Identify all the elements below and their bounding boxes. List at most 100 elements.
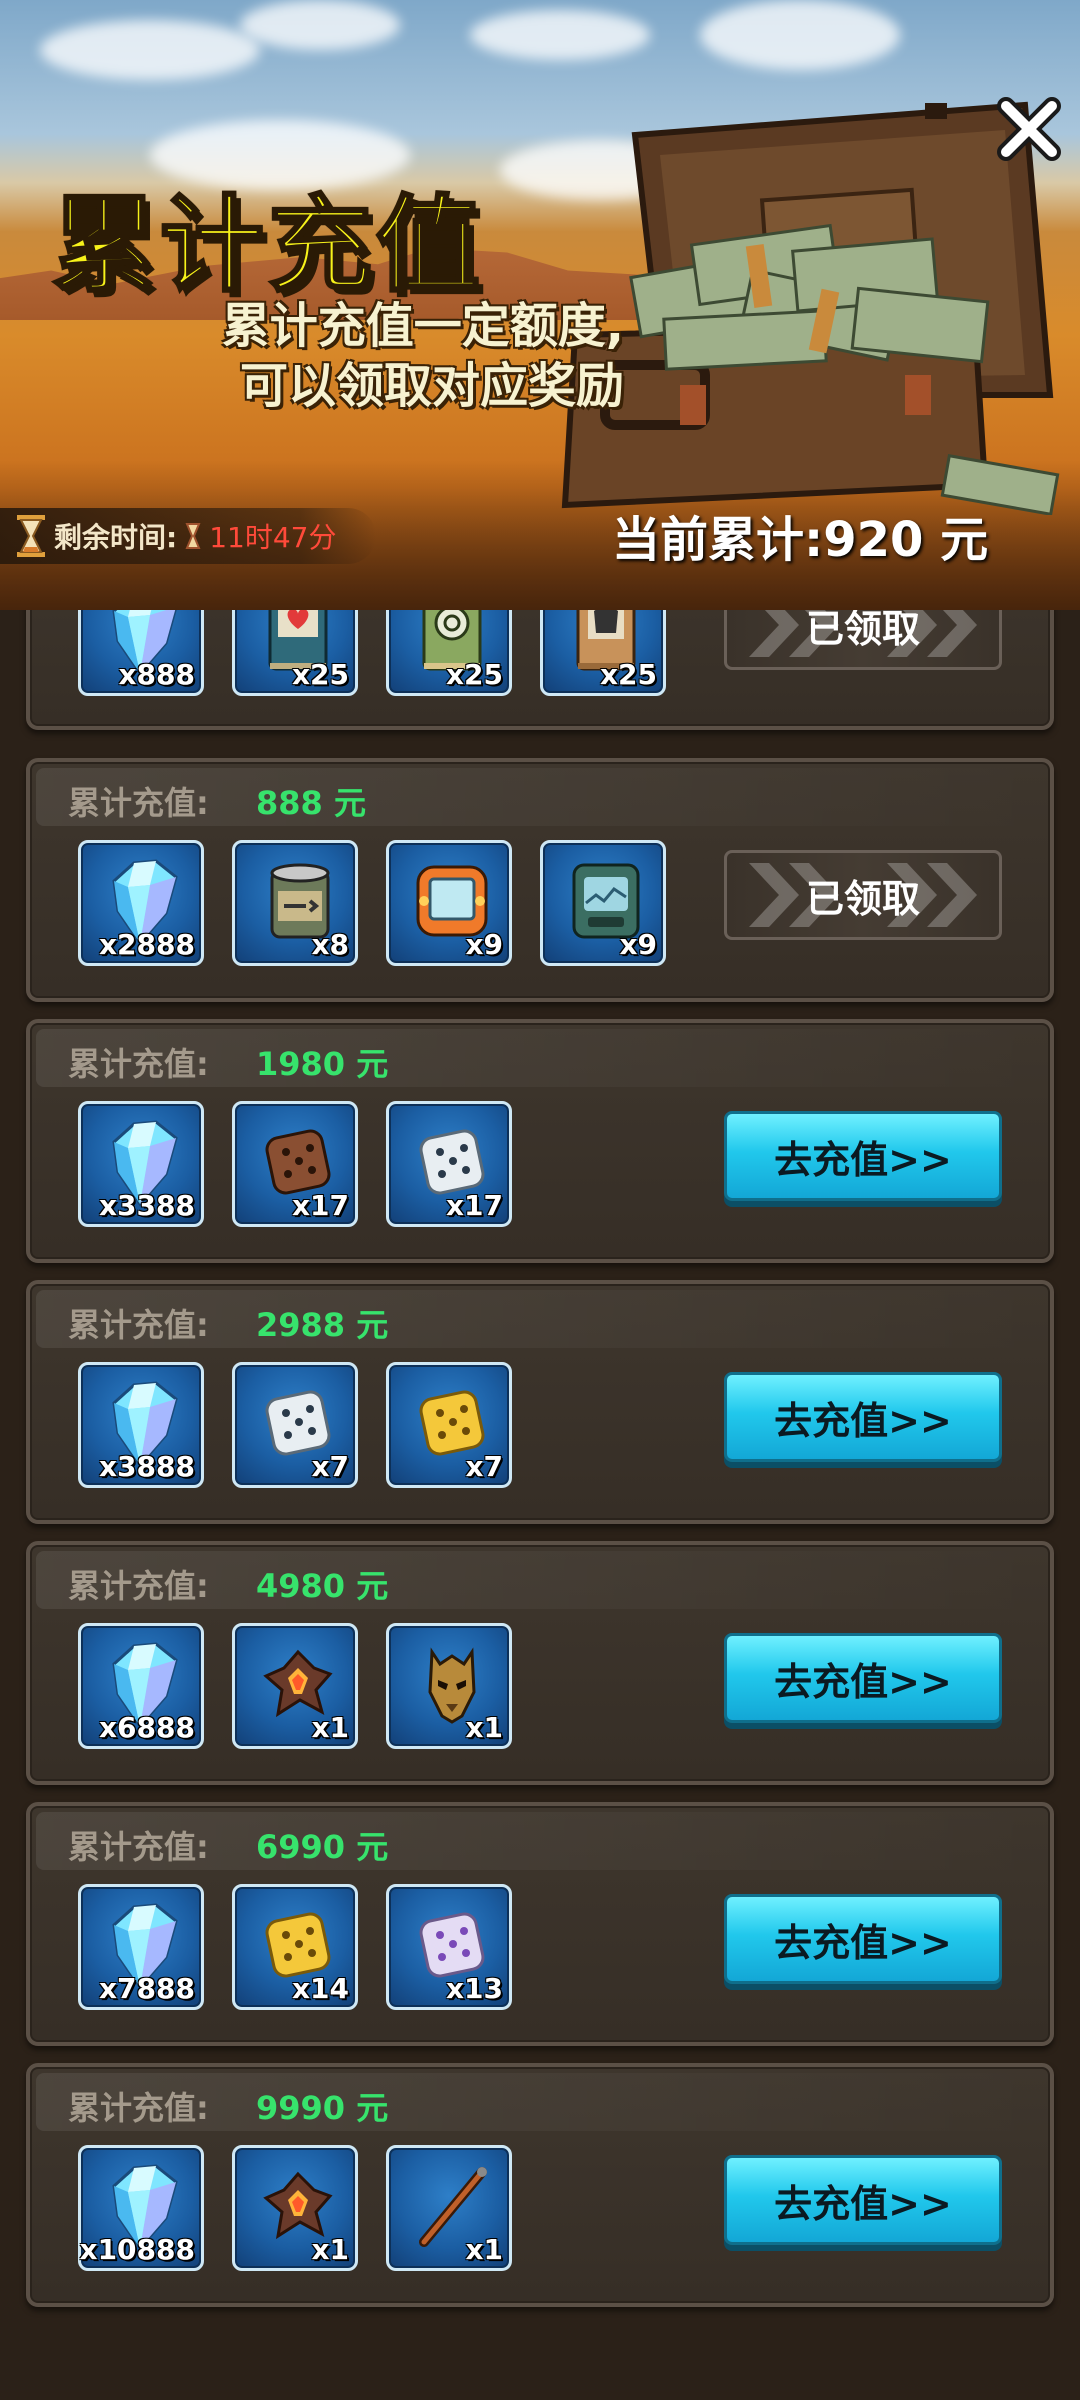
current-total-label: 当前累计: bbox=[612, 512, 824, 568]
reward-tier-card: 累计充值: 6990 元 x7888 x14 x13 去充值>> bbox=[26, 1802, 1054, 2046]
reward-quantity: x25 bbox=[291, 658, 349, 691]
reward-quantity: x9 bbox=[619, 928, 657, 961]
recharge-button[interactable]: 去充值>> bbox=[724, 1372, 1002, 1462]
reward-item[interactable]: x6888 bbox=[78, 1623, 204, 1749]
tier-label: 累计充值: bbox=[68, 1045, 209, 1083]
reward-item[interactable]: x2888 bbox=[78, 840, 204, 966]
reward-tier-card: 累计充值: 888 元 x2888 x8 x9 x9 已领取 bbox=[26, 758, 1054, 1002]
page-title: 累计充值 bbox=[50, 183, 485, 308]
subtitle-line-1: 累计充值一定额度, bbox=[221, 298, 624, 354]
recharge-button[interactable]: 去充值>> bbox=[724, 1111, 1002, 1201]
tier-threshold: 4980 元 bbox=[256, 1567, 389, 1605]
tier-button-label: 去充值>> bbox=[774, 1659, 952, 1704]
tier-label: 累计充值: bbox=[68, 1306, 209, 1344]
reward-quantity: x17 bbox=[445, 1189, 503, 1222]
reward-items: x2888 x8 x9 x9 bbox=[78, 840, 666, 966]
reward-quantity: x25 bbox=[599, 658, 657, 691]
reward-quantity: x25 bbox=[445, 658, 503, 691]
tier-header: 累计充值: 6990 元 bbox=[36, 1812, 1044, 1870]
tier-header: 累计充值: 888 元 bbox=[36, 768, 1044, 826]
remaining-time-label: 剩余时间: bbox=[54, 521, 178, 554]
reward-quantity: x1 bbox=[311, 2233, 349, 2266]
tier-button-label: 去充值>> bbox=[774, 1920, 952, 1965]
reward-quantity: x1 bbox=[465, 2233, 503, 2266]
tier-header: 累计充值: 4980 元 bbox=[36, 1551, 1044, 1609]
tier-button-label: 去充值>> bbox=[774, 1398, 952, 1443]
recharge-button[interactable]: 去充值>> bbox=[724, 1894, 1002, 1984]
tier-label: 累计充值: bbox=[68, 784, 209, 822]
reward-quantity: x2888 bbox=[99, 928, 195, 961]
reward-quantity: x1 bbox=[311, 1711, 349, 1744]
tier-threshold: 9990 元 bbox=[256, 2089, 389, 2127]
close-button[interactable] bbox=[994, 94, 1064, 164]
tier-threshold: 888 元 bbox=[256, 784, 366, 822]
reward-quantity: x9 bbox=[465, 928, 503, 961]
tier-threshold: 6990 元 bbox=[256, 1828, 389, 1866]
reward-item[interactable]: x1 bbox=[232, 1623, 358, 1749]
banner-background: 累计充值 累计充值一定额度, 可以领取对应奖励 剩余时间: 11时47分 当前累… bbox=[0, 0, 1080, 610]
tier-threshold: 1980 元 bbox=[256, 1045, 389, 1083]
reward-quantity: x3888 bbox=[99, 1450, 195, 1483]
reward-quantity: x888 bbox=[118, 658, 195, 691]
reward-items: x3388 x17 x17 bbox=[78, 1101, 512, 1227]
reward-quantity: x7 bbox=[311, 1450, 349, 1483]
tier-label: 累计充值: bbox=[68, 2089, 209, 2127]
reward-item[interactable]: x1 bbox=[386, 1623, 512, 1749]
reward-tier-card: 累计充值: 9990 元 x10888 x1 x1 去充值>> bbox=[26, 2063, 1054, 2307]
reward-quantity: x10888 bbox=[79, 2233, 195, 2266]
recharge-button[interactable]: 去充值>> bbox=[724, 1633, 1002, 1723]
reward-tier-card: 累计充值: 2988 元 x3888 x7 x7 去充值>> bbox=[26, 1280, 1054, 1524]
tier-threshold: 2988 元 bbox=[256, 1306, 389, 1344]
tier-button-label: 已领取 bbox=[805, 876, 920, 921]
header-banner: 累计充值 累计充值一定额度, 可以领取对应奖励 剩余时间: 11时47分 当前累… bbox=[0, 0, 1080, 610]
reward-item[interactable]: x1 bbox=[232, 2145, 358, 2271]
claimed-button: 已领取 bbox=[724, 850, 1002, 940]
reward-item[interactable]: x7 bbox=[232, 1362, 358, 1488]
reward-item[interactable]: x9 bbox=[386, 840, 512, 966]
reward-items: x3888 x7 x7 bbox=[78, 1362, 512, 1488]
reward-item[interactable]: x8 bbox=[232, 840, 358, 966]
tier-header: 累计充值: 2988 元 bbox=[36, 1290, 1044, 1348]
reward-item[interactable]: x13 bbox=[386, 1884, 512, 2010]
reward-quantity: x13 bbox=[445, 1972, 503, 2005]
reward-item[interactable]: x7 bbox=[386, 1362, 512, 1488]
reward-quantity: x6888 bbox=[99, 1711, 195, 1744]
tier-header: 累计充值: 1980 元 bbox=[36, 1029, 1044, 1087]
subtitle-line-2: 可以领取对应奖励 bbox=[239, 358, 624, 414]
reward-item[interactable]: x7888 bbox=[78, 1884, 204, 2010]
hourglass-icon bbox=[17, 515, 45, 557]
reward-quantity: x1 bbox=[465, 1711, 503, 1744]
reward-item[interactable]: x17 bbox=[232, 1101, 358, 1227]
tier-button-label: 去充值>> bbox=[774, 1137, 952, 1182]
reward-items: x10888 x1 x1 bbox=[78, 2145, 512, 2271]
tier-button-label: 去充值>> bbox=[774, 2181, 952, 2226]
close-icon bbox=[997, 97, 1061, 161]
tier-label: 累计充值: bbox=[68, 1567, 209, 1605]
reward-item[interactable]: x1 bbox=[386, 2145, 512, 2271]
reward-item[interactable]: x14 bbox=[232, 1884, 358, 2010]
current-total: 当前累计:920 元 bbox=[612, 500, 988, 570]
tier-header: 累计充值: 9990 元 bbox=[36, 2073, 1044, 2131]
reward-item[interactable]: x17 bbox=[386, 1101, 512, 1227]
current-total-value: 920 元 bbox=[823, 512, 989, 568]
remaining-time-value: 11时47分 bbox=[209, 521, 337, 554]
reward-items: x7888 x14 x13 bbox=[78, 1884, 512, 2010]
remaining-time-bar: 剩余时间: 11时47分 bbox=[0, 508, 376, 564]
tier-label: 累计充值: bbox=[68, 1828, 209, 1866]
recharge-button[interactable]: 去充值>> bbox=[724, 2155, 1002, 2245]
small-hourglass-icon bbox=[185, 523, 201, 549]
reward-item[interactable]: x3388 bbox=[78, 1101, 204, 1227]
reward-tier-card: 累计充值: 1980 元 x3388 x17 x17 去充值>> bbox=[26, 1019, 1054, 1263]
reward-item[interactable]: x3888 bbox=[78, 1362, 204, 1488]
reward-quantity: x8 bbox=[311, 928, 349, 961]
reward-quantity: x3388 bbox=[99, 1189, 195, 1222]
reward-item[interactable]: x10888 bbox=[78, 2145, 204, 2271]
reward-tier-card: 累计充值: 4980 元 x6888 x1 x1 去充值>> bbox=[26, 1541, 1054, 1785]
reward-item[interactable]: x9 bbox=[540, 840, 666, 966]
page-subtitle: 累计充值一定额度, 可以领取对应奖励 bbox=[64, 296, 624, 416]
reward-quantity: x14 bbox=[291, 1972, 349, 2005]
reward-quantity: x7888 bbox=[99, 1972, 195, 2005]
reward-items: x6888 x1 x1 bbox=[78, 1623, 512, 1749]
reward-quantity: x7 bbox=[465, 1450, 503, 1483]
reward-quantity: x17 bbox=[291, 1189, 349, 1222]
